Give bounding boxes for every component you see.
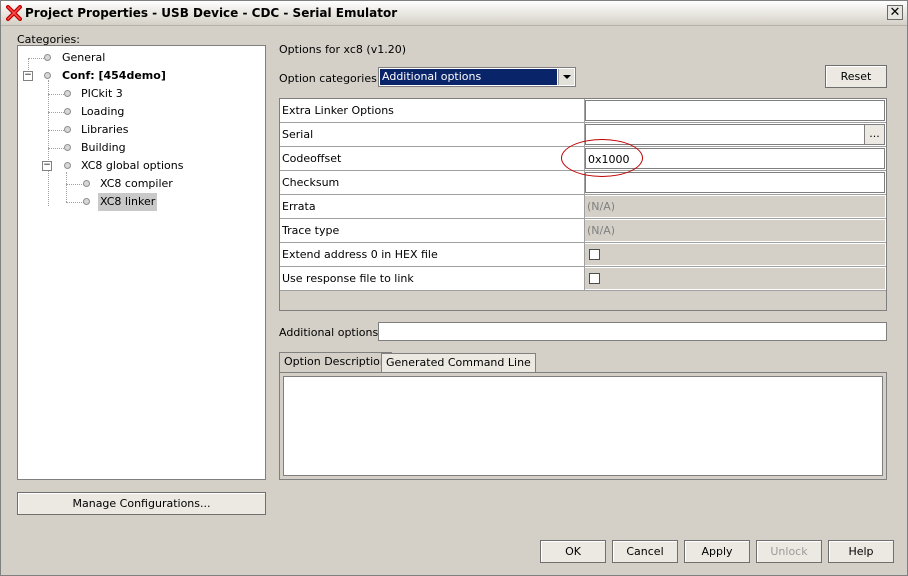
option-description-text [283, 376, 883, 476]
close-icon: ✕ [889, 5, 901, 20]
property-name: Errata [282, 200, 316, 213]
highlight-annotation [561, 139, 643, 177]
trace-type-value: (N/A) [585, 220, 885, 241]
tree-item-pickit3[interactable]: PICkit 3 [18, 85, 258, 103]
property-row-use-response-file: Use response file to link [280, 267, 886, 291]
tree-item-label: Libraries [81, 123, 129, 136]
browse-button[interactable]: ... [864, 125, 884, 144]
unlock-button: Unlock [756, 540, 822, 563]
categories-tree: General − Conf: [454demo] PICkit 3 Loadi… [17, 45, 266, 480]
window-title: Project Properties - USB Device - CDC - … [25, 6, 398, 20]
node-icon [83, 180, 90, 187]
tree-item-general[interactable]: General [18, 49, 258, 67]
title-bar: Project Properties - USB Device - CDC - … [1, 1, 907, 26]
tree-item-label: Conf: [454demo] [62, 69, 166, 82]
property-name: Trace type [282, 224, 340, 237]
serial-field[interactable]: ... [585, 124, 885, 145]
option-categories-value: Additional options [380, 69, 557, 85]
chevron-down-icon[interactable] [558, 69, 574, 85]
property-row-trace-type: Trace type (N/A) [280, 219, 886, 243]
tree-item-building[interactable]: Building [18, 139, 258, 157]
property-name: Extend address 0 in HEX file [282, 248, 438, 261]
checksum-field[interactable] [585, 172, 885, 193]
errata-value: (N/A) [585, 196, 885, 217]
property-row-errata: Errata (N/A) [280, 195, 886, 219]
tree-item-xc8-compiler[interactable]: XC8 compiler [18, 175, 258, 193]
collapse-icon[interactable]: − [42, 161, 52, 171]
reset-button[interactable]: Reset [825, 65, 887, 88]
node-icon [83, 198, 90, 205]
node-icon [64, 162, 71, 169]
options-for-label: Options for xc8 (v1.20) [279, 43, 407, 56]
property-sheet: Extra Linker Options Serial ... Codeoffs… [279, 98, 887, 311]
use-response-file-checkbox[interactable] [589, 273, 600, 284]
tree-item-label: General [62, 51, 106, 64]
additional-options-label: Additional options: [279, 326, 382, 339]
extra-linker-options-field[interactable] [585, 100, 885, 121]
project-properties-dialog: Project Properties - USB Device - CDC - … [0, 0, 908, 576]
tree-item-label: XC8 compiler [100, 177, 173, 190]
app-x-icon [6, 5, 22, 21]
property-name: Codeoffset [282, 152, 342, 165]
apply-button[interactable]: Apply [684, 540, 750, 563]
cancel-button[interactable]: Cancel [612, 540, 678, 563]
tree-item-xc8-global-options[interactable]: − XC8 global options [18, 157, 258, 175]
node-icon [44, 72, 51, 79]
node-icon [64, 90, 71, 97]
option-categories-label: Option categories: [279, 72, 381, 85]
property-name: Use response file to link [282, 272, 414, 285]
additional-options-input[interactable] [378, 322, 887, 341]
close-button[interactable]: ✕ [887, 5, 903, 20]
property-name: Checksum [282, 176, 340, 189]
tree-item-label: XC8 linker [98, 193, 158, 211]
tree-item-loading[interactable]: Loading [18, 103, 258, 121]
tree-item-label: XC8 global options [81, 159, 184, 172]
collapse-icon[interactable]: − [23, 71, 33, 81]
tree-item-label: Loading [81, 105, 125, 118]
tree-item-libraries[interactable]: Libraries [18, 121, 258, 139]
ok-button[interactable]: OK [540, 540, 606, 563]
option-categories-select[interactable]: Additional options [378, 67, 576, 87]
extend-address-checkbox[interactable] [589, 249, 600, 260]
node-icon [44, 54, 51, 61]
tab-option-description[interactable]: Option Description [279, 352, 392, 373]
tree-item-label: Building [81, 141, 126, 154]
option-description-panel [279, 372, 887, 480]
help-button[interactable]: Help [828, 540, 894, 563]
tab-generated-command-line[interactable]: Generated Command Line [381, 353, 536, 372]
property-name: Extra Linker Options [282, 104, 394, 117]
tree-item-label: PICkit 3 [81, 87, 123, 100]
property-row-extend-address: Extend address 0 in HEX file [280, 243, 886, 267]
tree-item-conf[interactable]: − Conf: [454demo] [18, 67, 258, 85]
property-name: Serial [282, 128, 314, 141]
node-icon [64, 126, 71, 133]
tree-item-xc8-linker[interactable]: XC8 linker [18, 193, 258, 211]
node-icon [64, 108, 71, 115]
manage-configurations-button[interactable]: Manage Configurations... [17, 492, 266, 515]
node-icon [64, 144, 71, 151]
property-row-extra-linker-options: Extra Linker Options [280, 99, 886, 123]
